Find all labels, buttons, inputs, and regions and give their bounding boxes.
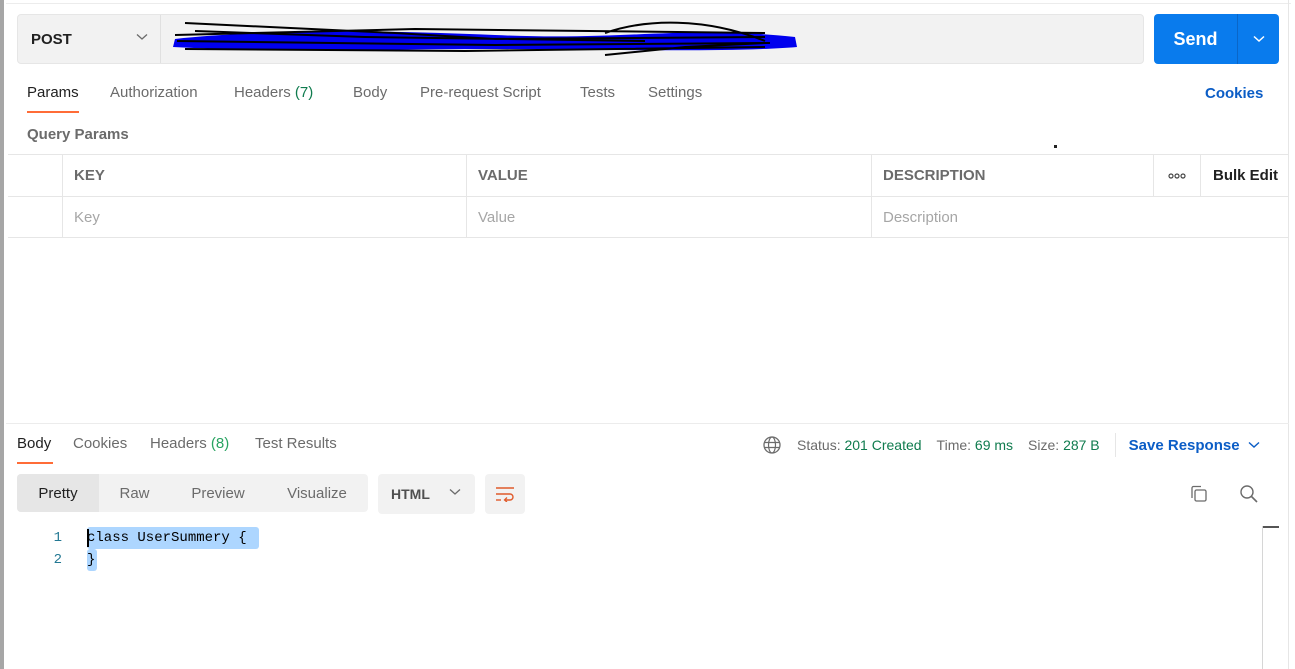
send-label[interactable]: Send: [1154, 14, 1238, 64]
code-text[interactable]: class UserSummery {: [87, 527, 259, 549]
right-divider: [1288, 0, 1289, 669]
size-readout[interactable]: Size: 287 B: [1028, 437, 1100, 453]
view-preview-button[interactable]: Preview: [170, 474, 266, 512]
status-readout[interactable]: Status: 201 Created: [797, 437, 922, 453]
column-header-key: KEY: [62, 155, 466, 196]
line-number: 2: [53, 552, 62, 568]
cookies-link[interactable]: Cookies: [1205, 85, 1263, 102]
time-readout[interactable]: Time: 69 ms: [937, 437, 1014, 453]
time-value: 69 ms: [974, 437, 1014, 453]
more-horizontal-icon: [1168, 172, 1186, 179]
more-options-button[interactable]: [1153, 155, 1200, 196]
editor-scrollbar[interactable]: [1262, 526, 1263, 669]
tab-response-headers[interactable]: Headers (8): [150, 435, 229, 452]
tab-response-body[interactable]: Body: [17, 435, 51, 452]
active-tab-indicator: [17, 462, 53, 464]
send-button[interactable]: Send: [1154, 14, 1279, 64]
stray-dot: [1054, 145, 1057, 148]
text-cursor: [87, 529, 89, 547]
url-input[interactable]: [161, 15, 1143, 63]
column-header-description: DESCRIPTION: [871, 155, 1153, 196]
tab-test-results[interactable]: Test Results: [255, 435, 337, 452]
code-line: 1 class UserSummery {: [0, 527, 1260, 549]
tab-headers-label: Headers: [234, 84, 291, 101]
code-line: 2 }: [0, 549, 1260, 571]
save-response-button[interactable]: Save Response: [1129, 437, 1240, 454]
tab-response-cookies[interactable]: Cookies: [73, 435, 127, 452]
description-input[interactable]: Description: [871, 197, 1289, 237]
globe-icon[interactable]: [762, 435, 782, 455]
tab-params[interactable]: Params: [27, 84, 79, 101]
tab-tests[interactable]: Tests: [580, 84, 615, 101]
redaction-scribble: [173, 21, 797, 56]
bulk-edit-button[interactable]: Bulk Edit: [1200, 155, 1289, 196]
size-value: 287 B: [1063, 437, 1100, 453]
column-header-value: VALUE: [466, 155, 871, 196]
code-text[interactable]: }: [87, 549, 98, 571]
wrap-lines-icon: [496, 487, 514, 502]
format-label: HTML: [391, 486, 430, 502]
status-value: 201 Created: [844, 437, 922, 453]
copy-button[interactable]: [1187, 482, 1211, 506]
response-headers-count: (8): [210, 435, 230, 452]
view-pretty-button[interactable]: Pretty: [17, 474, 99, 512]
send-options-button[interactable]: [1238, 14, 1279, 64]
chevron-down-icon: [1252, 35, 1265, 43]
size-label: Size:: [1028, 437, 1060, 453]
wrap-lines-button[interactable]: [485, 474, 525, 514]
headers-count: (7): [294, 84, 314, 101]
search-button[interactable]: [1237, 482, 1261, 506]
tab-response-headers-label: Headers: [150, 435, 207, 452]
search-icon: [1240, 485, 1258, 503]
response-body-editor[interactable]: 1 class UserSummery { 2 }: [0, 527, 1260, 571]
view-visualize-button[interactable]: Visualize: [266, 474, 368, 512]
copy-icon: [1191, 485, 1207, 502]
top-divider: [6, 3, 1291, 4]
request-url-bar: POST: [17, 14, 1144, 64]
meta-divider: [1114, 433, 1116, 457]
tab-pre-request-script[interactable]: Pre-request Script: [420, 84, 541, 101]
key-input[interactable]: Key: [62, 197, 466, 237]
tab-headers[interactable]: Headers (7): [234, 84, 313, 101]
response-meta: Status: 201 Created Time: 69 ms Size: 28…: [762, 433, 1260, 457]
table-header-row: KEY VALUE DESCRIPTION Bulk Edit: [8, 154, 1289, 196]
view-raw-button[interactable]: Raw: [99, 474, 170, 512]
format-select[interactable]: HTML: [378, 474, 475, 514]
editor-scrollbar-thumb[interactable]: [1263, 526, 1279, 528]
table-row: Key Value Description: [8, 196, 1289, 238]
active-tab-indicator: [27, 111, 79, 113]
tab-authorization[interactable]: Authorization: [110, 84, 198, 101]
query-params-table: KEY VALUE DESCRIPTION Bulk Edit Key Valu…: [8, 154, 1289, 238]
pane-divider[interactable]: [6, 423, 1289, 424]
query-params-title: Query Params: [27, 126, 129, 143]
value-input[interactable]: Value: [466, 197, 871, 237]
chevron-down-icon: [136, 34, 148, 40]
tab-body[interactable]: Body: [353, 84, 387, 101]
time-label: Time:: [936, 437, 972, 453]
method-select[interactable]: POST: [18, 15, 161, 63]
tab-settings[interactable]: Settings: [648, 84, 702, 101]
view-mode-toggle: Pretty Raw Preview Visualize: [17, 474, 368, 512]
chevron-down-icon: [449, 489, 461, 495]
chevron-down-icon[interactable]: [1248, 441, 1260, 449]
status-label: Status:: [797, 437, 841, 453]
method-label: POST: [31, 30, 72, 48]
line-number: 1: [53, 530, 62, 546]
